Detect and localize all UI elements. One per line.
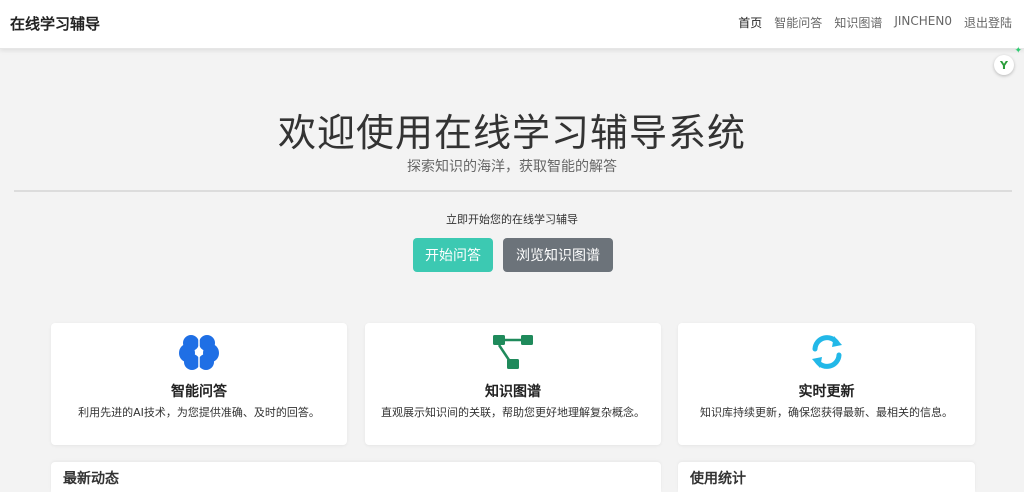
feature-card-graph: 知识图谱 直观展示知识间的关联，帮助您更好地理解复杂概念。: [365, 323, 661, 445]
nav-links: 首页 智能问答 知识图谱 JINCHEN0 退出登陆: [738, 14, 1012, 31]
feature-title: 实时更新: [798, 384, 855, 400]
feature-desc: 直观展示知识间的关联，帮助您更好地理解复杂概念。: [381, 406, 645, 419]
nav-qa[interactable]: 智能问答: [774, 14, 822, 31]
feature-desc: 知识库持续更新，确保您获得最新、最相关的信息。: [700, 406, 953, 419]
start-qa-button[interactable]: 开始问答: [413, 238, 493, 272]
usage-stats-panel: 使用统计: [678, 462, 975, 492]
feature-card-qa: 智能问答 利用先进的AI技术，为您提供准确、及时的回答。: [51, 323, 347, 445]
feature-card-update: 实时更新 知识库持续更新，确保您获得最新、最相关的信息。: [678, 323, 975, 445]
brand-logo[interactable]: 在线学习辅导: [10, 13, 100, 34]
hero-subtitle: 探索知识的海洋，获取智能的解答: [407, 159, 617, 175]
feature-desc: 利用先进的AI技术，为您提供准确、及时的回答。: [78, 406, 320, 419]
nav-knowledge-graph[interactable]: 知识图谱: [834, 14, 882, 31]
nav-username[interactable]: JINCHEN0: [894, 14, 952, 31]
panel-title: 使用统计: [690, 471, 746, 487]
panel-title: 最新动态: [63, 471, 119, 487]
brain-icon: [51, 333, 347, 371]
sync-icon: [678, 333, 975, 371]
sparkle-icon: ✦: [1014, 46, 1022, 56]
navbar: 在线学习辅导 首页 智能问答 知识图谱 JINCHEN0 退出登陆: [0, 0, 1024, 49]
project-diagram-icon: [365, 333, 661, 371]
divider: [14, 190, 1012, 192]
hero-title: 欢迎使用在线学习辅导系统: [277, 111, 746, 155]
cta-text: 立即开始您的在线学习辅导: [446, 213, 578, 226]
nav-logout[interactable]: 退出登陆: [964, 14, 1012, 31]
latest-news-panel: 最新动态: [51, 462, 661, 492]
extension-icon[interactable]: Y: [994, 55, 1014, 75]
browse-graph-button[interactable]: 浏览知识图谱: [503, 238, 613, 272]
feature-title: 知识图谱: [485, 384, 541, 400]
nav-home[interactable]: 首页: [738, 14, 762, 31]
feature-title: 智能问答: [171, 384, 227, 400]
